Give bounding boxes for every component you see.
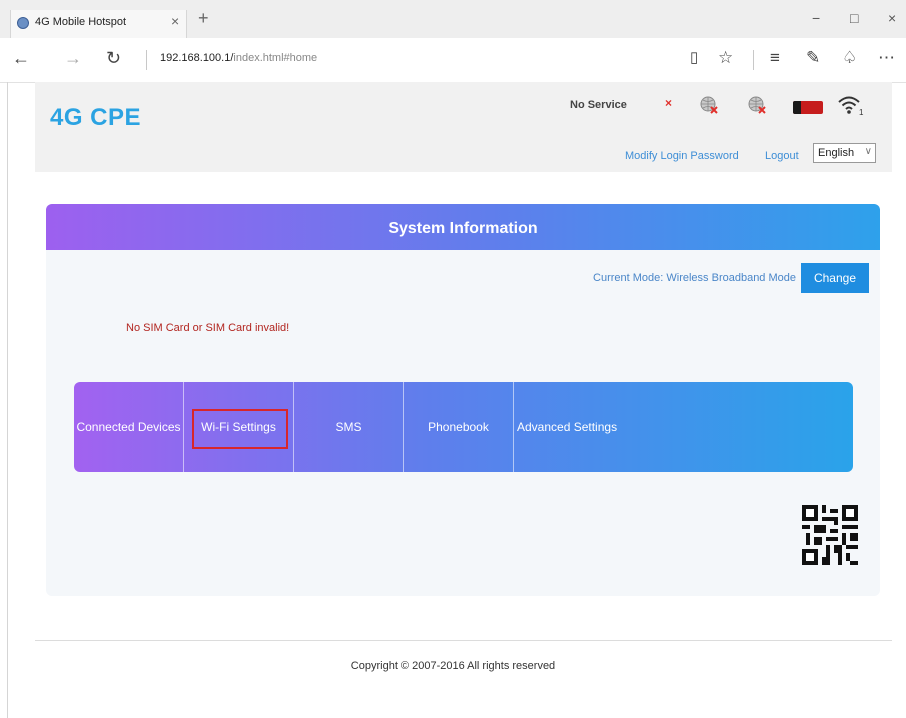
address-bar: ← → ↻ 192.168.100.1/index.html#home ▯ ☆ … bbox=[0, 38, 906, 83]
wifi-icon: 1 bbox=[838, 96, 864, 116]
favorite-star-icon[interactable]: ☆ bbox=[718, 49, 733, 67]
browser-tab-bar: 4G Mobile Hotspot × + − □ × bbox=[0, 0, 906, 38]
highlight-box bbox=[192, 409, 288, 449]
page-header: 4G CPE No Service × 1 Modify Login Passw… bbox=[35, 82, 892, 172]
globe-favicon-icon bbox=[17, 17, 29, 29]
footer-divider bbox=[35, 640, 892, 641]
browser-tab[interactable]: 4G Mobile Hotspot × bbox=[10, 10, 187, 38]
menu-connected-devices[interactable]: Connected Devices bbox=[74, 382, 184, 472]
maximize-icon[interactable]: □ bbox=[850, 10, 858, 26]
more-icon[interactable]: ⋯ bbox=[878, 49, 895, 67]
new-tab-icon[interactable]: + bbox=[198, 9, 209, 27]
panel-header: System Information bbox=[46, 204, 880, 250]
svg-text:1: 1 bbox=[859, 108, 864, 116]
reading-view-icon[interactable]: ▯ bbox=[690, 49, 698, 67]
menu-phonebook[interactable]: Phonebook bbox=[404, 382, 514, 472]
divider bbox=[753, 50, 754, 70]
no-signal-icon: × bbox=[665, 96, 673, 110]
system-info-panel: System Information Current Mode: Wireles… bbox=[46, 204, 880, 596]
network-status-text: No Service bbox=[570, 99, 627, 111]
window-close-icon[interactable]: × bbox=[888, 10, 896, 26]
network-disconnected-icon bbox=[700, 96, 718, 114]
change-mode-button[interactable]: Change bbox=[801, 263, 869, 293]
logout-link[interactable]: Logout bbox=[765, 150, 799, 162]
menu-sms[interactable]: SMS bbox=[294, 382, 404, 472]
tab-close-icon[interactable]: × bbox=[171, 13, 179, 29]
tab-title: 4G Mobile Hotspot bbox=[35, 16, 127, 28]
back-arrow-icon[interactable]: ← bbox=[12, 49, 30, 67]
copyright-text: Copyright © 2007-2016 All rights reserve… bbox=[350, 660, 556, 672]
sim-card-icon bbox=[793, 101, 823, 114]
menu-advanced-settings[interactable]: Advanced Settings bbox=[514, 382, 714, 472]
hub-icon[interactable]: ≡ bbox=[770, 49, 780, 67]
url-host: 192.168.100.1/ bbox=[160, 52, 234, 64]
sim-warning-text: No SIM Card or SIM Card invalid! bbox=[126, 322, 290, 334]
forward-arrow-icon[interactable]: → bbox=[64, 49, 82, 67]
language-select[interactable]: English ∨ bbox=[813, 143, 876, 163]
main-menu: Connected Devices Wi-Fi Settings SMS Pho… bbox=[74, 382, 853, 472]
divider bbox=[146, 50, 147, 70]
refresh-icon[interactable]: ↻ bbox=[106, 49, 121, 67]
qr-code-icon bbox=[802, 505, 858, 565]
panel-title: System Information bbox=[388, 220, 538, 237]
url-field[interactable]: 192.168.100.1/index.html#home bbox=[160, 52, 317, 64]
roaming-disconnected-icon bbox=[748, 96, 766, 114]
share-icon[interactable]: ♤ bbox=[842, 49, 857, 67]
chevron-down-icon: ∨ bbox=[864, 146, 872, 157]
url-path: index.html#home bbox=[233, 52, 318, 64]
language-value: English bbox=[818, 147, 855, 159]
modify-password-link[interactable]: Modify Login Password bbox=[625, 150, 739, 162]
web-note-icon[interactable]: ✎ bbox=[806, 49, 820, 67]
current-mode-text: Current Mode: Wireless Broadband Mode bbox=[593, 272, 796, 284]
brand-logo: 4G CPE bbox=[50, 104, 142, 131]
minimize-icon[interactable]: − bbox=[812, 10, 820, 26]
page-border bbox=[7, 82, 8, 718]
